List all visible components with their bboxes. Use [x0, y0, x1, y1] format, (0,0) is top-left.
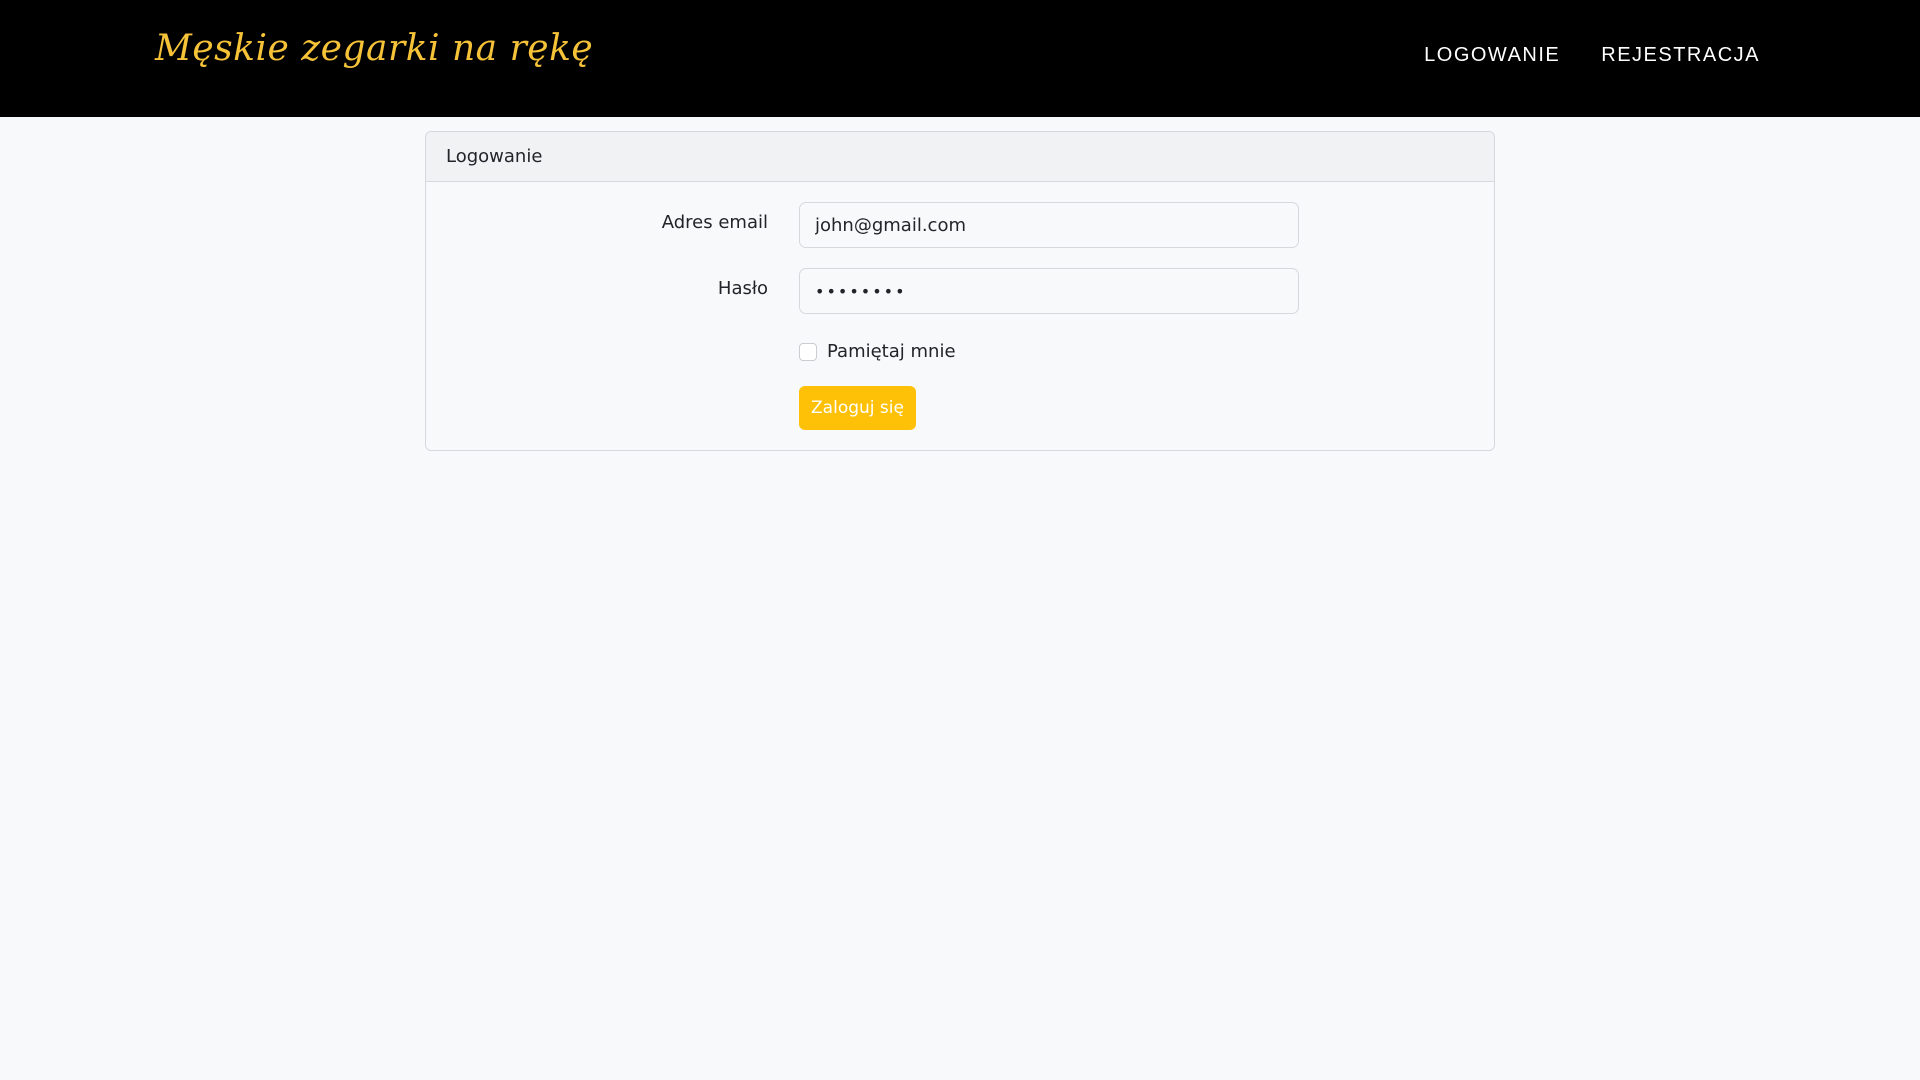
login-button[interactable]: Zaloguj się — [799, 386, 916, 430]
top-navbar: Męskie zegarki na rękę LOGOWANIE REJESTR… — [0, 0, 1920, 117]
nav-link-logowanie[interactable]: LOGOWANIE — [1424, 44, 1560, 67]
brand-logo-link[interactable]: Męskie zegarki na rękę — [155, 28, 593, 69]
remember-me-checkbox[interactable] — [799, 342, 817, 361]
login-card-header: Logowanie — [426, 132, 1494, 182]
remember-me-label[interactable]: Pamiętaj mnie — [827, 341, 956, 362]
remember-me-row: Pamiętaj mnie — [799, 341, 956, 362]
login-card: Logowanie Adres email Hasło Pamiętaj mni… — [425, 131, 1495, 451]
email-label: Adres email — [661, 212, 768, 233]
password-input[interactable] — [799, 268, 1299, 314]
nav-link-rejestracja[interactable]: REJESTRACJA — [1601, 44, 1760, 67]
email-input[interactable] — [799, 202, 1299, 248]
nav-links: LOGOWANIE REJESTRACJA — [1424, 44, 1760, 67]
password-label: Hasło — [717, 278, 768, 299]
